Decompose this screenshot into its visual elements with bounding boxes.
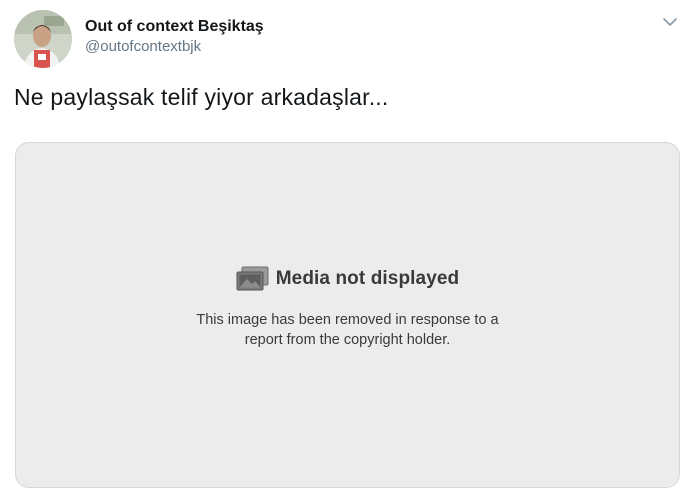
tweet-text: Ne paylaşsak telif yiyor arkadaşlar...	[14, 84, 389, 110]
media-description-line-1: This image has been removed in response …	[196, 312, 499, 328]
tweet-header: Out of context Beşiktaş @outofcontextbjk	[14, 10, 264, 68]
media-title: Media not displayed	[275, 268, 460, 289]
media-description-line-2: report from the copyright holder.	[244, 332, 451, 348]
avatar-image	[14, 10, 72, 68]
tweet-card: Out of context Beşiktaş @outofcontextbjk…	[0, 0, 700, 500]
media-title-row: Media not displayed	[16, 266, 679, 292]
display-name[interactable]: Out of context Beşiktaş	[85, 17, 264, 37]
media-description: This image has been removed in response …	[16, 310, 679, 350]
media-placeholder-icon	[236, 266, 269, 291]
media-placeholder: Media not displayed This image has been …	[15, 142, 680, 488]
chevron-down-icon[interactable]	[660, 12, 680, 32]
user-handle[interactable]: @outofcontextbjk	[85, 37, 264, 57]
user-info: Out of context Beşiktaş @outofcontextbjk	[85, 17, 264, 57]
avatar[interactable]	[14, 10, 72, 68]
